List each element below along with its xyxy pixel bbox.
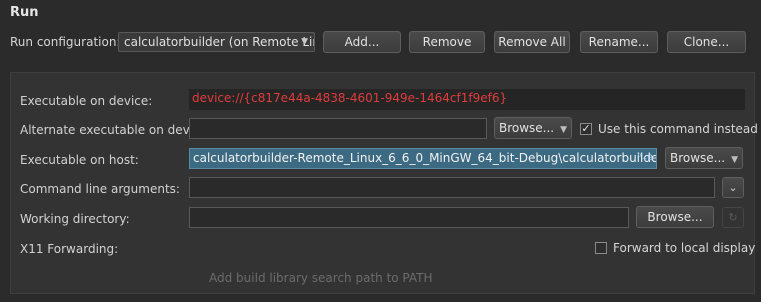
run-configuration-label: Run configuration: [10,35,121,49]
command-line-arguments-input[interactable] [189,177,715,198]
section-title: Run [10,5,39,20]
alternate-browse-button[interactable]: Browse... ▼ [494,117,572,139]
forward-local-display-label: Forward to local display [613,241,756,255]
chevron-down-icon: ▼ [731,155,739,165]
reset-icon[interactable]: ↻ [722,207,744,228]
working-directory-browse-button[interactable]: Browse... [636,206,714,228]
alternate-executable-input[interactable] [189,118,487,139]
run-configuration-value: calculatorbuilder (on Remote Lin [124,35,315,49]
executable-on-device-value: device://{c817e44a-4838-4601-949e-1464cf… [189,89,745,110]
run-settings-panel: Executable on device: device://{c817e44a… [10,72,758,294]
executable-on-host-label: Executable on host: [20,153,139,167]
alternate-executable-label: Alternate executable on device: [20,123,212,137]
use-command-checkbox[interactable]: ✓ [580,123,592,135]
expand-icon[interactable]: ⌄ [722,177,744,198]
use-command-label: Use this command instead [598,122,758,136]
run-configuration-row: Run configuration: calculatorbuilder (on… [10,31,755,54]
run-configuration-combo[interactable]: calculatorbuilder (on Remote Lin ▼ [118,32,315,52]
executable-on-host-input[interactable]: calculatorbuilder-Remote_Linux_6_6_0_Min… [189,148,657,169]
working-directory-input[interactable] [189,207,629,228]
executable-on-host-value: calculatorbuilder-Remote_Linux_6_6_0_Min… [193,151,657,165]
x11-forwarding-label: X11 Forwarding: [20,242,119,256]
chevron-down-icon: ▼ [560,125,568,135]
executable-on-device-label: Executable on device: [20,94,153,108]
chevron-down-icon: ▼ [301,37,308,47]
remove-button[interactable]: Remove [409,31,485,53]
command-line-arguments-label: Command line arguments: [20,182,180,196]
rename-button[interactable]: Rename... [580,31,658,53]
remove-all-button[interactable]: Remove All [494,31,570,53]
clone-button[interactable]: Clone... [667,31,746,53]
alternate-browse-label: Browse... [498,121,555,135]
library-path-hint: Add build library search path to PATH [209,271,433,285]
forward-local-display-checkbox[interactable] [595,242,607,254]
host-browse-label: Browse... [669,151,726,165]
working-directory-label: Working directory: [20,212,130,226]
add-button[interactable]: Add... [323,31,401,53]
variables-icon[interactable]: ᵒ₊ʙ [638,152,653,163]
host-browse-button[interactable]: Browse... ▼ [665,147,743,169]
